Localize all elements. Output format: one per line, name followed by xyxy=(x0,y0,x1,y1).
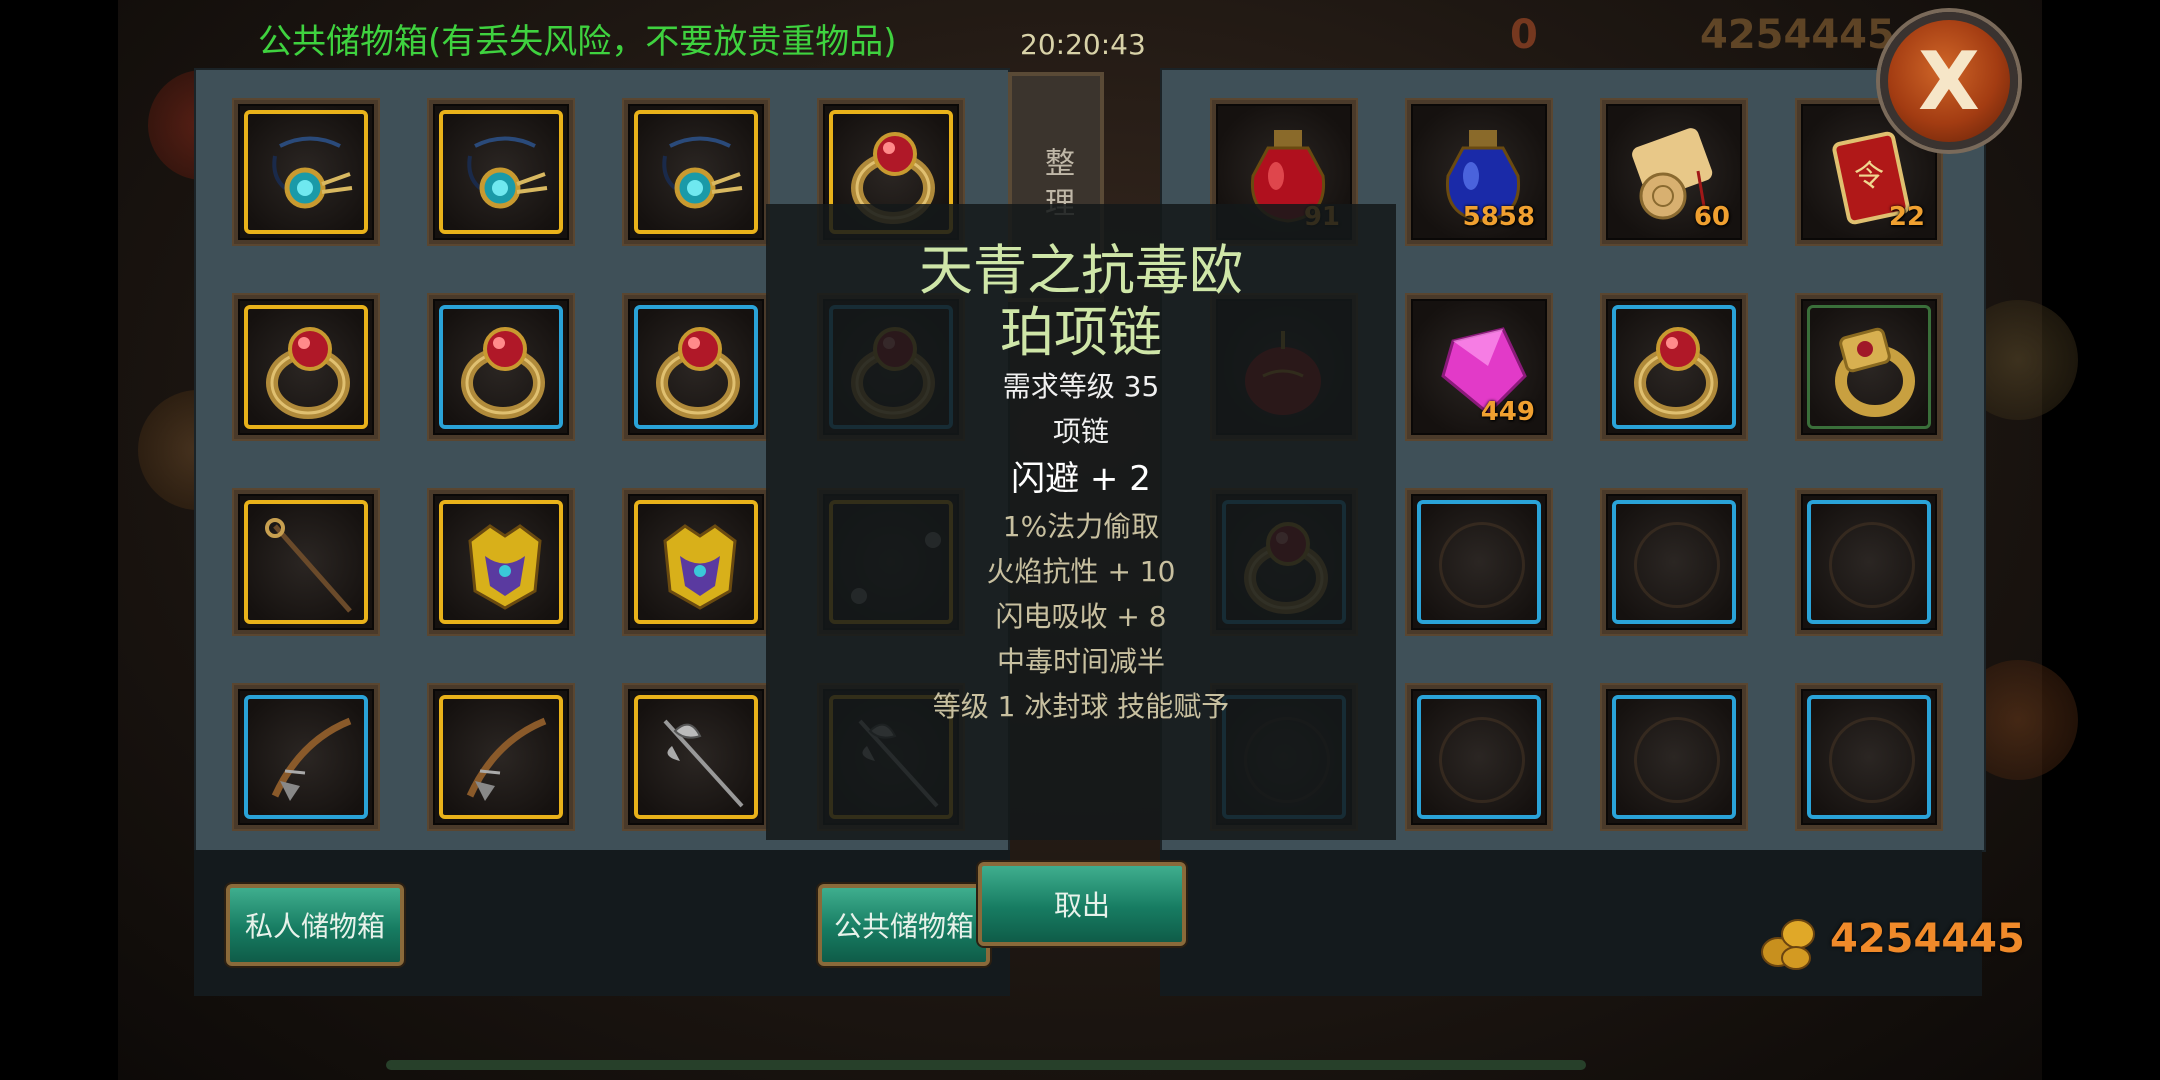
armor-icon xyxy=(455,516,555,616)
gold-coins-icon xyxy=(1761,919,1815,970)
inventory-slot[interactable]: 449 xyxy=(1407,295,1551,439)
inventory-slot[interactable] xyxy=(1602,490,1746,634)
private-storage-button[interactable]: 私人储物箱 xyxy=(226,884,404,966)
close-icon: X xyxy=(1918,34,1980,128)
item-name-line1: 天青之抗毒欧 xyxy=(919,239,1243,302)
item-quantity: 5858 xyxy=(1462,202,1535,232)
clock: 20:20:43 xyxy=(1020,28,1146,61)
item-type: 项链 xyxy=(1052,415,1109,448)
ring-icon xyxy=(1628,321,1728,421)
item-tooltip: 天青之抗毒欧 珀项链 需求等级 35 项链 闪避 + 2 1%法力偷取 火焰抗性… xyxy=(766,204,1396,840)
axe-icon xyxy=(650,711,750,811)
inventory-slot[interactable] xyxy=(1797,490,1941,634)
item-name-line2: 珀项链 xyxy=(1000,301,1162,364)
storage-slot[interactable] xyxy=(429,685,573,829)
item-effect: 1%法力偷取 xyxy=(1002,510,1160,543)
gem-count: 0 xyxy=(1510,12,1538,58)
armor-icon xyxy=(650,516,750,616)
item-effect: 闪电吸收 + 8 xyxy=(995,600,1167,633)
item-quantity: 22 xyxy=(1888,202,1925,232)
svg-text:令: 令 xyxy=(1854,159,1884,194)
storage-slot[interactable] xyxy=(234,490,378,634)
crossbow-icon xyxy=(455,711,555,811)
inventory-slot[interactable]: 5858 xyxy=(1407,100,1551,244)
staff-icon xyxy=(260,516,360,616)
inventory-slot[interactable] xyxy=(1602,685,1746,829)
close-button[interactable]: X xyxy=(1880,12,2018,150)
storage-slot[interactable] xyxy=(429,490,573,634)
inventory-slot[interactable] xyxy=(1407,490,1551,634)
scrollbar[interactable] xyxy=(386,1060,1586,1070)
storage-slot[interactable] xyxy=(624,100,768,244)
inventory-slot[interactable] xyxy=(1407,685,1551,829)
storage-slot[interactable] xyxy=(624,685,768,829)
necklace-icon xyxy=(260,126,360,226)
item-effect: 中毒时间减半 xyxy=(996,645,1165,678)
storage-slot[interactable] xyxy=(234,295,378,439)
item-effect: 等级 1 冰封球 技能赋予 xyxy=(932,690,1230,723)
item-main-stat: 闪避 + 2 xyxy=(1011,459,1151,499)
ring-icon xyxy=(455,321,555,421)
crossbow-icon xyxy=(260,711,360,811)
ring-icon xyxy=(260,321,360,421)
storage-slot[interactable] xyxy=(624,490,768,634)
signet-ring-icon xyxy=(1823,321,1923,421)
necklace-icon xyxy=(650,126,750,226)
take-out-button[interactable]: 取出 xyxy=(978,862,1186,946)
item-quantity: 60 xyxy=(1693,202,1730,232)
top-gold-count: 4254445 xyxy=(1700,12,1895,58)
item-level-requirement: 需求等级 35 xyxy=(1002,370,1160,403)
inventory-slot[interactable] xyxy=(1602,295,1746,439)
storage-slot[interactable] xyxy=(429,100,573,244)
storage-slot[interactable] xyxy=(234,100,378,244)
storage-slot[interactable] xyxy=(624,295,768,439)
gold-amount: 4254445 xyxy=(1830,916,2025,962)
storage-title: 公共储物箱(有丢失风险，不要放贵重物品) xyxy=(258,22,897,62)
public-storage-button[interactable]: 公共储物箱 xyxy=(818,884,990,966)
inventory-slot[interactable] xyxy=(1797,295,1941,439)
ring-icon xyxy=(650,321,750,421)
storage-slot[interactable] xyxy=(234,685,378,829)
item-quantity: 449 xyxy=(1480,397,1535,427)
storage-slot[interactable] xyxy=(429,295,573,439)
necklace-icon xyxy=(455,126,555,226)
inventory-slot[interactable]: 60 xyxy=(1602,100,1746,244)
inventory-slot[interactable] xyxy=(1797,685,1941,829)
item-effect: 火焰抗性 + 10 xyxy=(986,555,1176,588)
